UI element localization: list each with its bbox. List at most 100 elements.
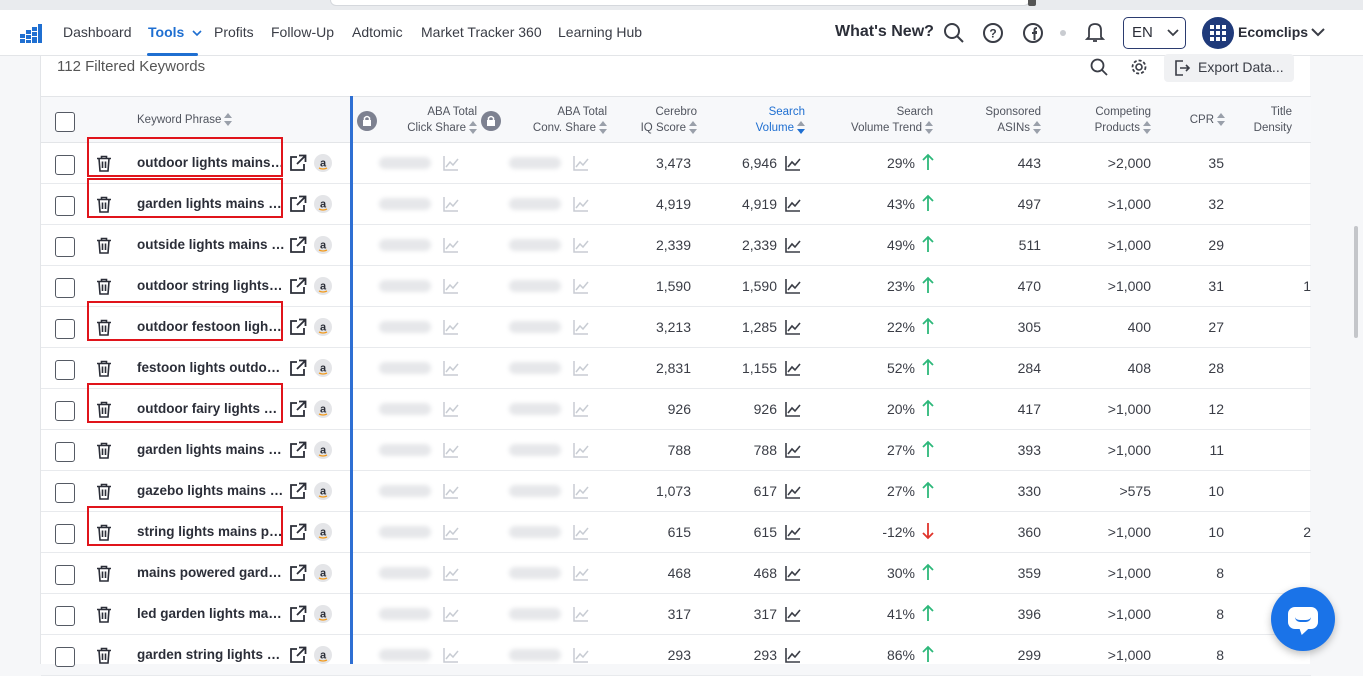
external-link-icon[interactable] [289,195,307,213]
trash-icon[interactable] [96,401,112,418]
keyword-phrase[interactable]: string lights mains powered [137,524,285,539]
amazon-icon[interactable]: a [314,523,332,541]
amazon-icon[interactable]: a [314,359,332,377]
external-link-icon[interactable] [289,154,307,172]
trash-icon[interactable] [96,237,112,254]
col-title-density[interactable]: Title Density [1237,104,1292,136]
amazon-icon[interactable]: a [314,318,332,336]
settings-gear-icon[interactable] [1130,58,1148,76]
amazon-icon[interactable]: a [314,441,332,459]
language-select[interactable]: EN [1123,17,1186,49]
nav-tools[interactable]: Tools [148,24,202,40]
col-search-volume-trend[interactable]: Search Volume Trend [827,104,933,136]
keyword-phrase[interactable]: outside lights mains powered [137,237,285,252]
row-checkbox[interactable] [55,278,75,298]
external-link-icon[interactable] [289,605,307,623]
keyword-phrase[interactable]: outdoor fairy lights mains [137,401,285,416]
row-checkbox[interactable] [55,483,75,503]
trash-icon[interactable] [96,196,112,213]
external-link-icon[interactable] [289,564,307,582]
nav-follow-up[interactable]: Follow-Up [271,24,334,40]
external-link-icon[interactable] [289,441,307,459]
row-checkbox[interactable] [55,606,75,626]
volume-history-chart-icon[interactable] [785,278,801,294]
trash-icon[interactable] [96,319,112,336]
export-data-button[interactable]: Export Data... [1164,54,1294,82]
keyword-phrase[interactable]: gazebo lights mains powered [137,483,285,498]
amazon-icon[interactable]: a [314,195,332,213]
volume-history-chart-icon[interactable] [785,401,801,417]
row-checkbox[interactable] [55,155,75,175]
whats-new-link[interactable]: What's New? [835,23,934,41]
row-checkbox[interactable] [55,442,75,462]
keyword-phrase[interactable]: garden lights mains powered [137,442,285,457]
external-link-icon[interactable] [289,523,307,541]
volume-history-chart-icon[interactable] [785,524,801,540]
col-cpr[interactable]: CPR [1167,112,1225,128]
volume-history-chart-icon[interactable] [785,647,801,663]
amazon-icon[interactable]: a [314,154,332,172]
external-link-icon[interactable] [289,236,307,254]
external-link-icon[interactable] [289,277,307,295]
external-link-icon[interactable] [289,318,307,336]
amazon-icon[interactable]: a [314,277,332,295]
row-checkbox[interactable] [55,647,75,667]
trash-icon[interactable] [96,278,112,295]
trash-icon[interactable] [96,483,112,500]
col-keyword-phrase[interactable]: Keyword Phrase [137,112,233,128]
volume-history-chart-icon[interactable] [785,606,801,622]
trash-icon[interactable] [96,442,112,459]
external-link-icon[interactable] [289,646,307,664]
keyword-phrase[interactable]: garden string lights mains [137,647,285,662]
external-link-icon[interactable] [289,400,307,418]
trash-icon[interactable] [96,565,112,582]
account-avatar[interactable] [1202,17,1234,49]
nav-dashboard[interactable]: Dashboard [63,24,132,40]
keyword-phrase[interactable]: outdoor festoon lights mains [137,319,285,334]
amazon-icon[interactable]: a [314,646,332,664]
amazon-icon[interactable]: a [314,400,332,418]
bell-icon[interactable] [1085,21,1105,43]
nav-market-tracker[interactable]: Market Tracker 360 [421,24,542,40]
external-link-icon[interactable] [289,359,307,377]
row-checkbox[interactable] [55,237,75,257]
volume-history-chart-icon[interactable] [785,319,801,335]
nav-adtomic[interactable]: Adtomic [352,24,403,40]
trash-icon[interactable] [96,155,112,172]
search-icon[interactable] [943,22,965,44]
account-name[interactable]: Ecomclips [1238,24,1308,40]
row-checkbox[interactable] [55,524,75,544]
row-checkbox[interactable] [55,360,75,380]
trash-icon[interactable] [96,647,112,664]
row-checkbox[interactable] [55,401,75,421]
col-sponsored-asins[interactable]: Sponsored ASINs [947,104,1041,136]
row-checkbox[interactable] [55,319,75,339]
keyword-phrase[interactable]: outdoor lights mains powered [137,155,285,170]
col-competing-products[interactable]: Competing Products [1057,104,1151,136]
support-chat-button[interactable] [1271,587,1335,651]
col-aba-conv-share[interactable]: ABA Total Conv. Share [507,104,607,136]
amazon-icon[interactable]: a [314,236,332,254]
keyword-phrase[interactable]: led garden lights mains powered [137,606,285,621]
keyword-phrase[interactable]: garden lights mains powered [137,196,285,211]
volume-history-chart-icon[interactable] [785,442,801,458]
trash-icon[interactable] [96,524,112,541]
keyword-phrase[interactable]: festoon lights outdoor mains [137,360,285,375]
col-aba-click-share[interactable]: ABA Total Click Share [385,104,477,136]
row-checkbox[interactable] [55,196,75,216]
facebook-icon[interactable] [1022,22,1044,44]
volume-history-chart-icon[interactable] [785,196,801,212]
volume-history-chart-icon[interactable] [785,565,801,581]
search-icon[interactable] [1090,58,1108,76]
helium10-logo-icon[interactable] [20,24,42,44]
volume-history-chart-icon[interactable] [785,483,801,499]
external-link-icon[interactable] [289,482,307,500]
nav-profits[interactable]: Profits [214,24,254,40]
nav-learning-hub[interactable]: Learning Hub [558,24,642,40]
amazon-icon[interactable]: a [314,482,332,500]
amazon-icon[interactable]: a [314,564,332,582]
row-checkbox[interactable] [55,565,75,585]
chevron-down-icon[interactable] [1311,27,1325,37]
volume-history-chart-icon[interactable] [785,155,801,171]
keyword-phrase[interactable]: mains powered garden lights [137,565,285,580]
